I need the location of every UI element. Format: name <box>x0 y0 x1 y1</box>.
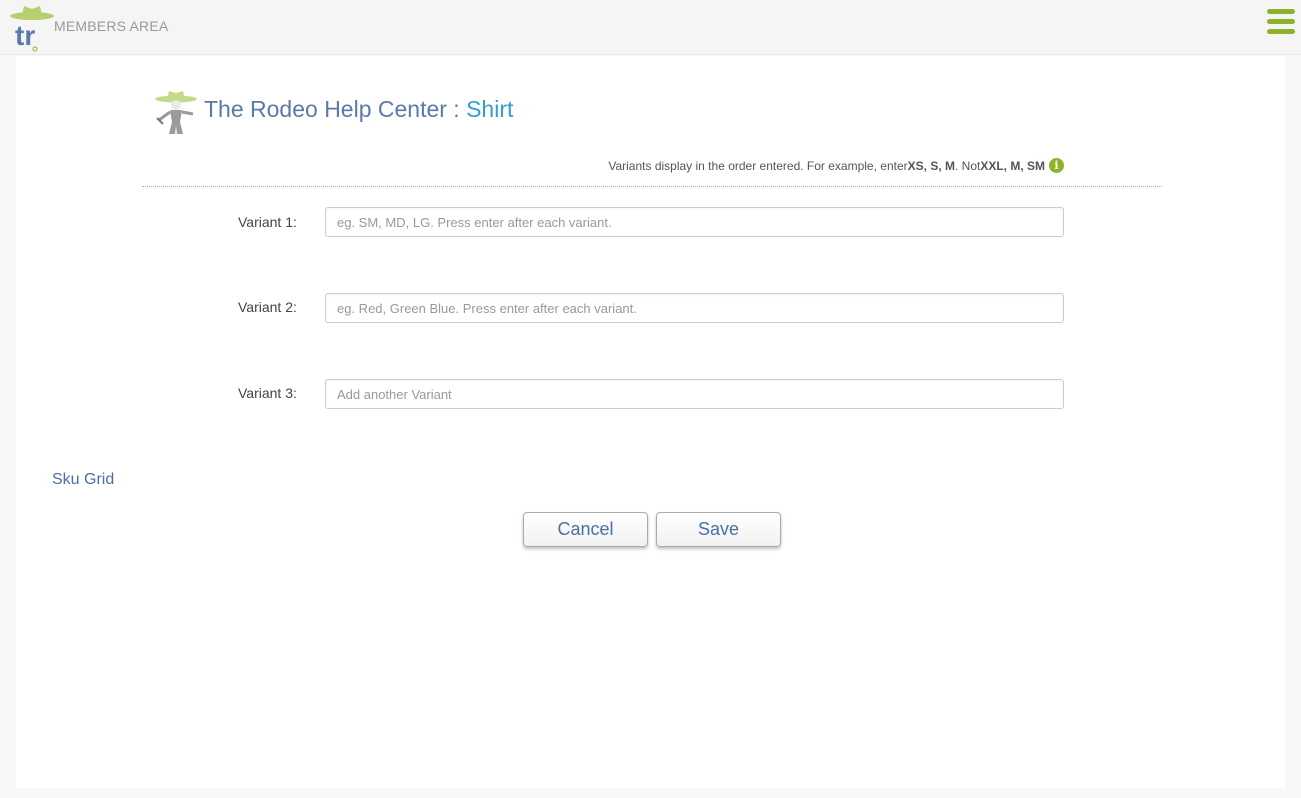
page-title-main: The Rodeo Help Center <box>204 96 447 122</box>
variant-1-label: Variant 1: <box>238 214 297 230</box>
save-button[interactable]: Save <box>656 512 781 547</box>
members-area-label: MEMBERS AREA <box>54 18 169 34</box>
cancel-button[interactable]: Cancel <box>523 512 648 547</box>
info-icon[interactable]: i <box>1049 158 1064 173</box>
cowboy-mascot-icon <box>155 91 197 134</box>
sku-grid-link[interactable]: Sku Grid <box>52 471 114 489</box>
page-title: The Rodeo Help Center : Shirt <box>204 96 513 123</box>
hint-good-example: XS, S, M <box>907 158 955 173</box>
hint-middle: . Not <box>954 158 981 173</box>
variant-2-label: Variant 2: <box>238 299 297 315</box>
page-title-product: Shirt <box>466 96 514 122</box>
site-logo-icon[interactable]: tr <box>8 3 56 53</box>
dotted-divider <box>142 186 1162 187</box>
hint-bad-example: XXL, M, SM <box>980 158 1045 173</box>
main-panel: The Rodeo Help Center : Shirt Variants d… <box>16 56 1285 788</box>
variant-3-input[interactable] <box>325 379 1064 409</box>
variant-3-label: Variant 3: <box>238 385 297 401</box>
top-bar: tr MEMBERS AREA <box>0 0 1301 55</box>
hamburger-menu-icon[interactable] <box>1267 9 1295 37</box>
page-title-separator: : <box>446 96 467 122</box>
svg-text:tr: tr <box>15 20 35 51</box>
variant-2-input[interactable] <box>325 293 1064 323</box>
hint-prefix: Variants display in the order entered. F… <box>608 158 908 173</box>
variant-order-hint: Variants display in the order entered. F… <box>608 158 1064 173</box>
variant-1-input[interactable] <box>325 207 1064 237</box>
